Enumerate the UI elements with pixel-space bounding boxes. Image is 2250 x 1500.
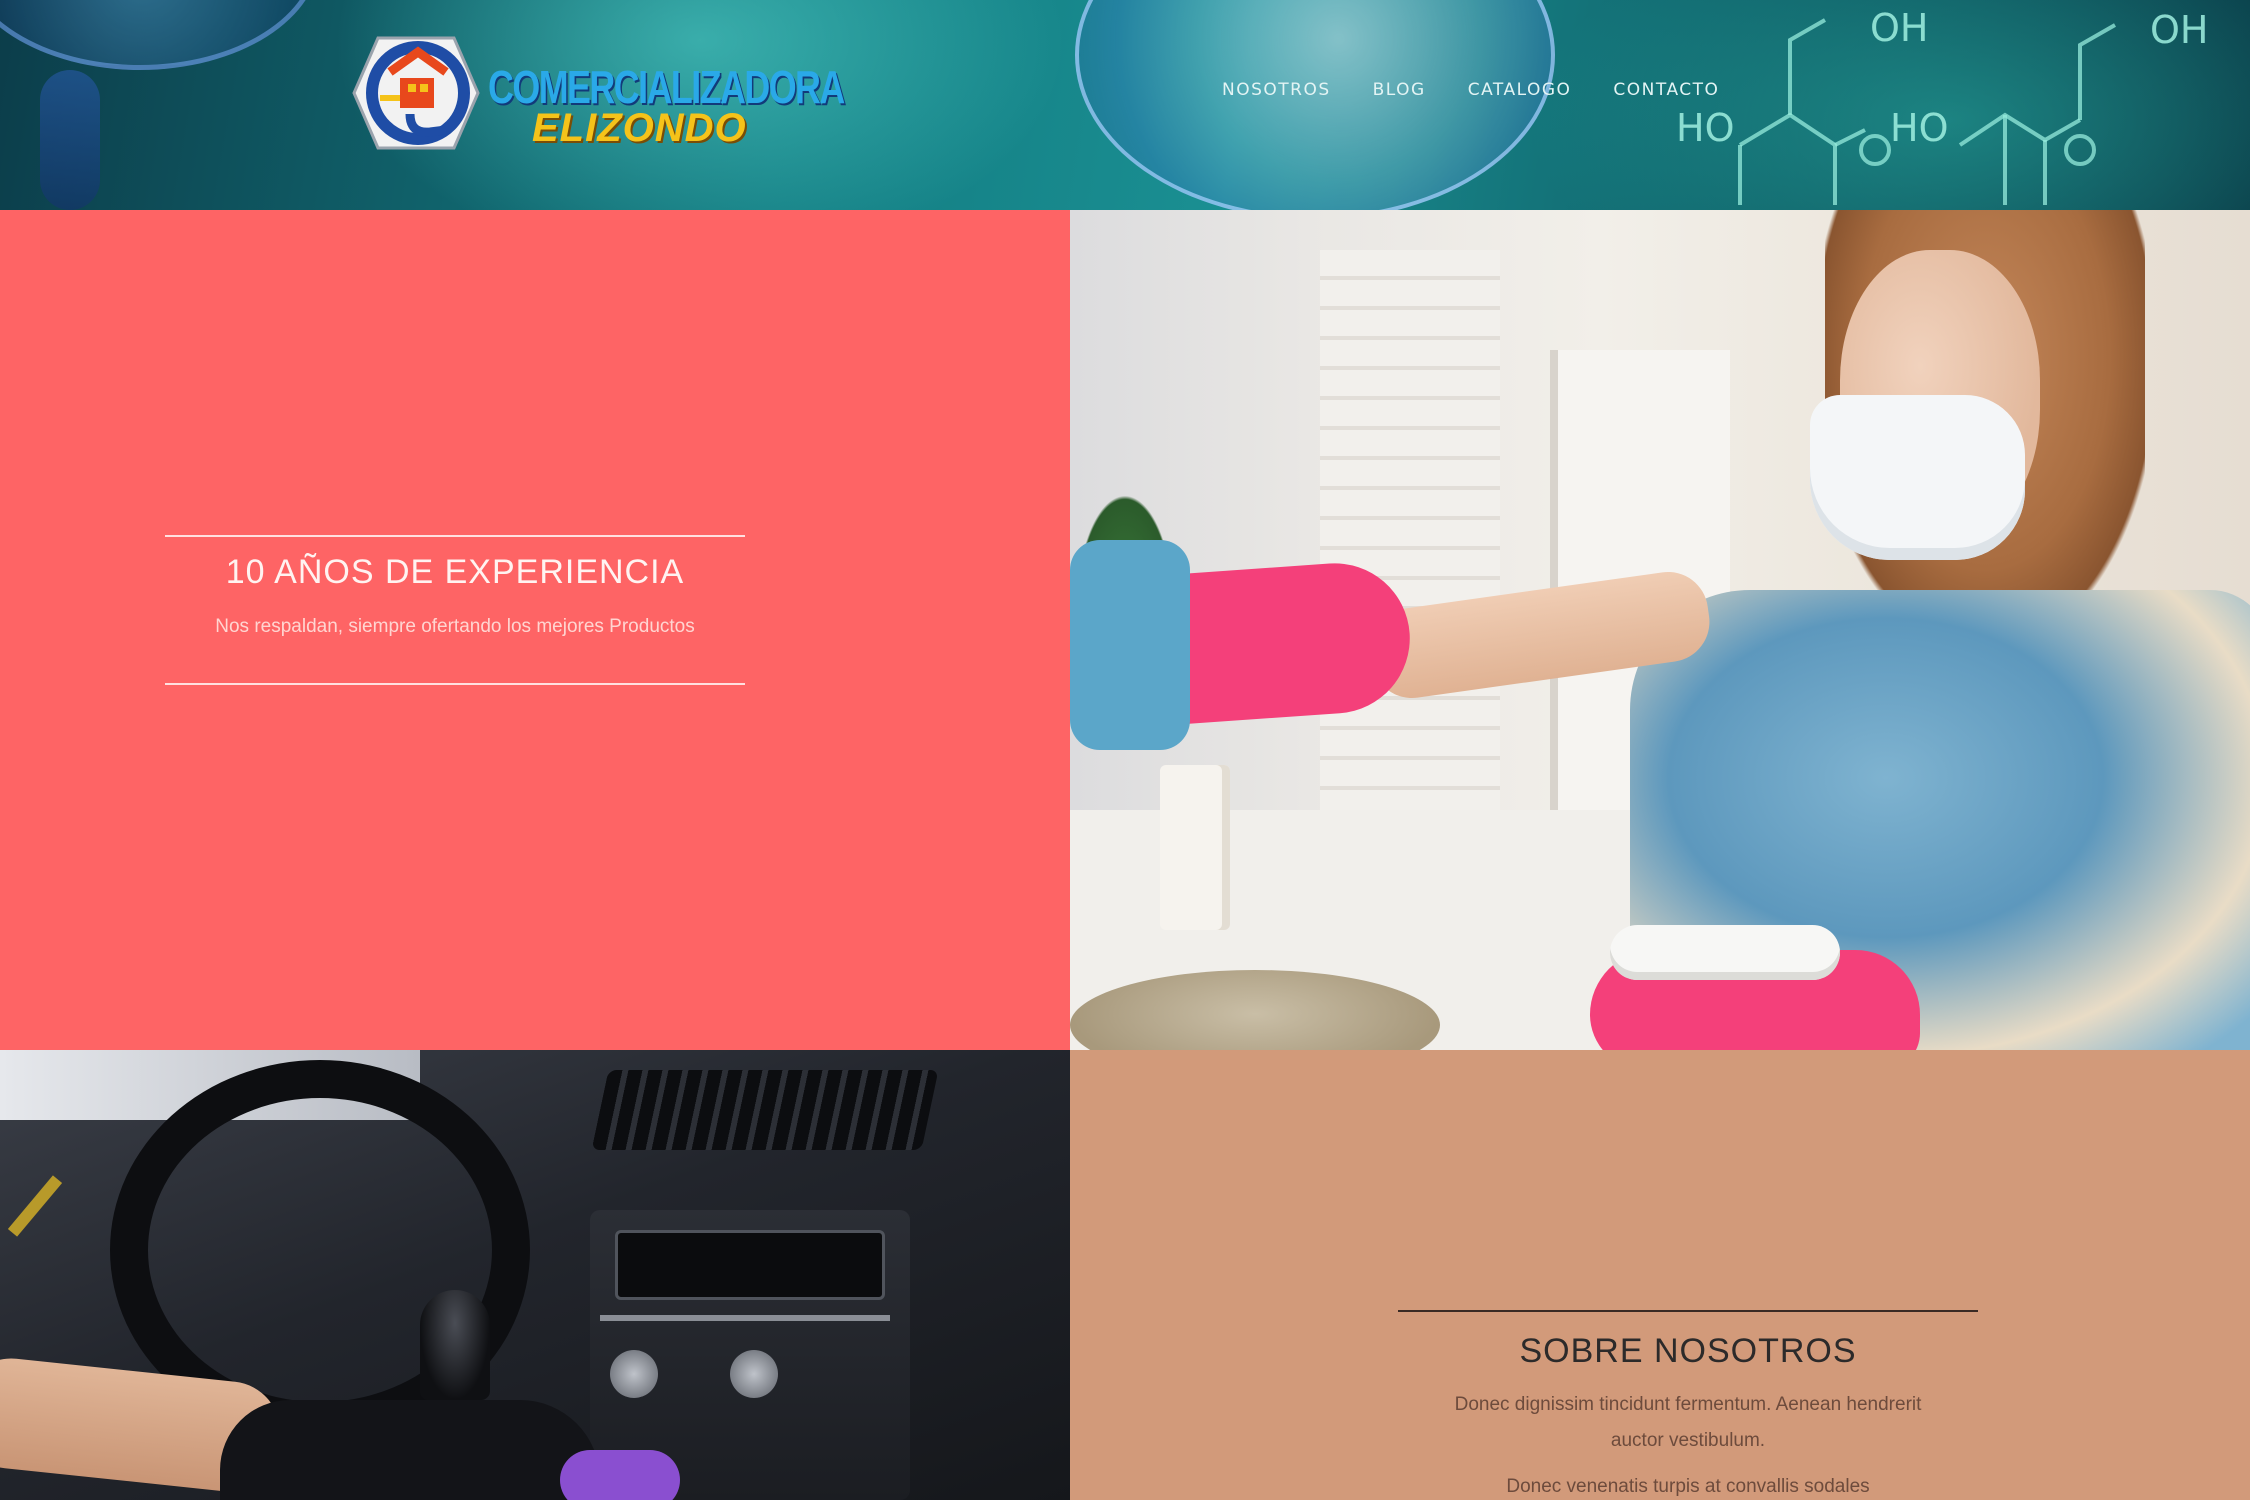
nav-item-contacto[interactable]: CONTACTO bbox=[1613, 80, 1719, 100]
radio-display bbox=[615, 1230, 885, 1300]
divider bbox=[1398, 1310, 1978, 1312]
paper-towel bbox=[1160, 765, 1230, 930]
about-title: SOBRE NOSOTROS bbox=[1519, 1332, 1857, 1370]
logo-text-line2: ELIZONDO bbox=[532, 106, 747, 150]
cleaning-cloth bbox=[1070, 540, 1190, 750]
gear-shift bbox=[420, 1290, 490, 1400]
bubble-decoration bbox=[0, 0, 320, 70]
chrome-trim bbox=[600, 1315, 890, 1321]
nav-item-catalogo[interactable]: CATALOGO bbox=[1468, 80, 1572, 100]
site-logo[interactable]: COMERCIALIZADORA ELIZONDO bbox=[350, 34, 845, 154]
cleaning-photo bbox=[1070, 210, 2250, 1050]
experience-tile: 10 AÑOS DE EXPERIENCIA Nos respaldan, si… bbox=[0, 210, 1070, 1050]
site-header: OH OH HO HO COMERCIALIZADORA ELIZONDO NO… bbox=[0, 0, 2250, 210]
car-cleaning-photo bbox=[0, 1050, 1070, 1500]
bubble-decoration bbox=[1075, 0, 1555, 210]
console-knob bbox=[610, 1350, 658, 1398]
main-nav: NOSOTROS BLOG CATALOGO CONTACTO bbox=[1222, 80, 1719, 100]
bubble-decoration bbox=[40, 70, 100, 210]
spray-bottle bbox=[1610, 925, 1840, 980]
about-text: Donec dignissim tincidunt fermentum. Aen… bbox=[1454, 1394, 1922, 1451]
divider bbox=[165, 683, 745, 685]
chem-label: HO bbox=[1890, 106, 1949, 150]
chem-label: OH bbox=[2150, 8, 2209, 52]
chem-label: HO bbox=[1676, 106, 1735, 150]
microfiber-cloth bbox=[560, 1450, 680, 1500]
nav-item-blog[interactable]: BLOG bbox=[1373, 80, 1426, 100]
experience-text: Nos respaldan, siempre ofertando los mej… bbox=[215, 616, 695, 637]
logo-emblem-icon bbox=[352, 36, 480, 150]
about-tile: SOBRE NOSOTROS Donec dignissim tincidunt… bbox=[1070, 1050, 2250, 1500]
experience-block: 10 AÑOS DE EXPERIENCIA Nos respaldan, si… bbox=[165, 535, 745, 685]
face-mask bbox=[1810, 395, 2025, 560]
divider bbox=[165, 535, 745, 537]
experience-title: 10 AÑOS DE EXPERIENCIA bbox=[225, 553, 685, 591]
air-vents bbox=[591, 1070, 939, 1150]
console-knob bbox=[730, 1350, 778, 1398]
chemical-structure-decoration: OH OH HO HO bbox=[1660, 0, 2250, 210]
about-block: SOBRE NOSOTROS Donec dignissim tincidunt… bbox=[1398, 1310, 1978, 1500]
nav-item-nosotros[interactable]: NOSOTROS bbox=[1222, 80, 1331, 100]
about-text-continued: Donec venenatis turpis at convallis soda… bbox=[1506, 1476, 1870, 1497]
black-glove bbox=[220, 1400, 600, 1500]
brick-wall bbox=[1320, 250, 1500, 850]
chem-label: OH bbox=[1870, 6, 1929, 50]
